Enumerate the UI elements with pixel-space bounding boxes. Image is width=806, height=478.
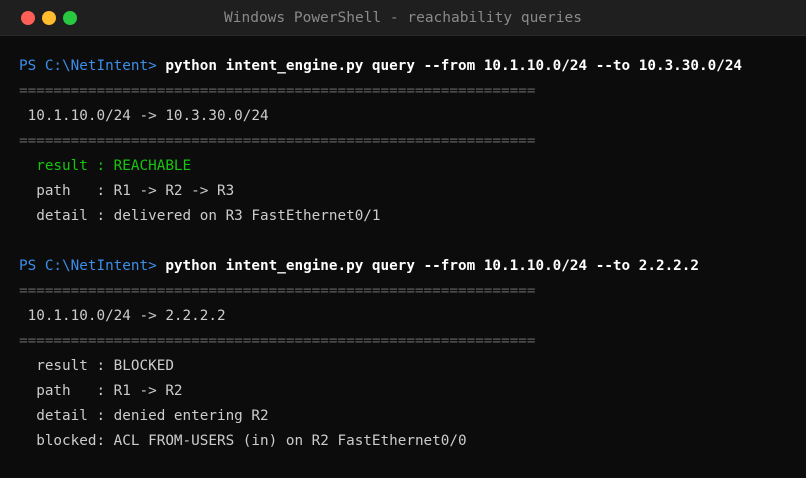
detail-line: detail : denied entering R2 [19,408,269,424]
command-line-1: PS C:\NetIntent> python intent_engine.py… [19,54,806,79]
path-line: path : R1 -> R2 [19,383,183,399]
separator-rule: ========================================… [19,83,536,99]
window-title: Windows PowerShell - reachability querie… [224,10,582,26]
command-line-2: PS C:\NetIntent> python intent_engine.py… [19,254,806,279]
detail-line: detail : delivered on R3 FastEthernet0/1 [19,208,381,224]
separator-rule: ========================================… [19,133,536,149]
command-text: python intent_engine.py query --from 10.… [165,58,743,74]
prompt: PS C:\NetIntent> [19,258,157,274]
separator-rule: ========================================… [19,283,536,299]
result-line: result : REACHABLE [19,158,192,174]
prompt: PS C:\NetIntent> [19,58,157,74]
result-line: result : BLOCKED [19,358,174,374]
terminal-output[interactable]: PS C:\NetIntent> python intent_engine.py… [0,36,806,478]
separator-rule: ========================================… [19,333,536,349]
path-line: path : R1 -> R2 -> R3 [19,183,235,199]
query-heading: 10.1.10.0/24 -> 2.2.2.2 [19,308,226,324]
powershell-window: Windows PowerShell - reachability querie… [0,0,806,478]
query-heading: 10.1.10.0/24 -> 10.3.30.0/24 [19,108,269,124]
command-text: python intent_engine.py query --from 10.… [165,258,700,274]
blocked-line: blocked: ACL FROM-USERS (in) on R2 FastE… [19,433,467,449]
title-bar: Windows PowerShell - reachability querie… [0,0,806,36]
